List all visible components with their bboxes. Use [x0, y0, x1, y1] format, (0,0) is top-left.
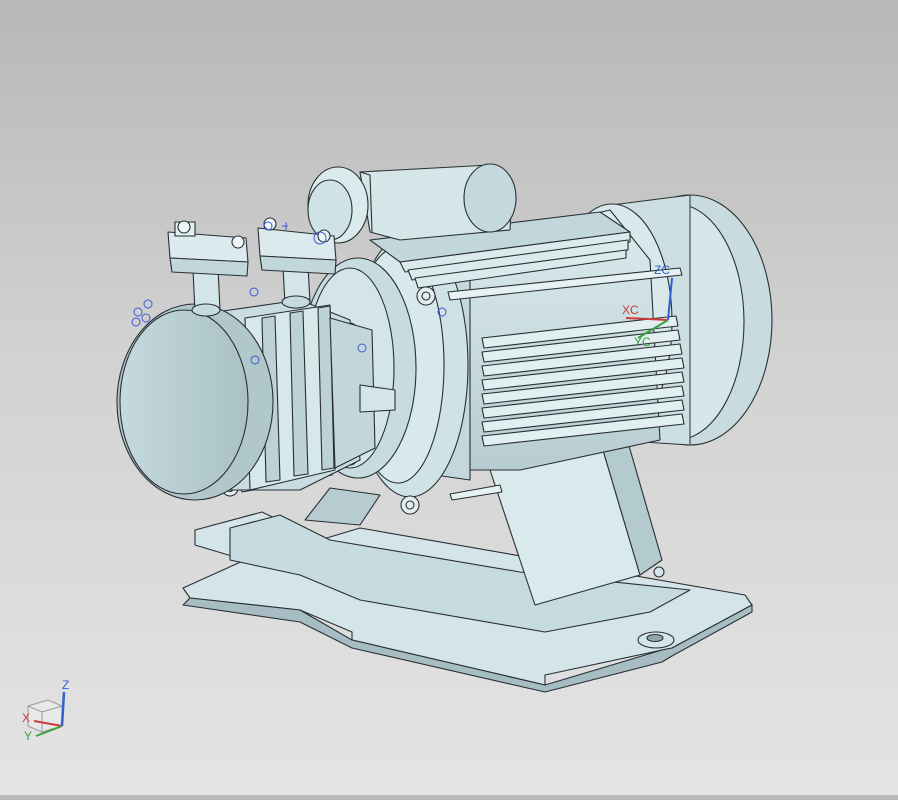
- base-plate[interactable]: [182, 511, 753, 693]
- graphics-viewport[interactable]: ZC XC YC Z X Y: [0, 0, 898, 795]
- wcs-xc-label: XC: [622, 303, 639, 317]
- terminal-box[interactable]: [307, 163, 517, 244]
- view-triad-y-label: Y: [24, 729, 32, 743]
- pump-front-cover[interactable]: [116, 303, 274, 501]
- inlet-port[interactable]: [167, 220, 249, 317]
- view-triad-z-label: Z: [62, 678, 69, 692]
- model-view[interactable]: ZC XC YC Z X Y: [0, 0, 898, 795]
- view-triad-x-label: X: [22, 711, 30, 725]
- view-triad[interactable]: Z X Y: [22, 678, 69, 743]
- wcs-yc-label: YC: [634, 335, 651, 349]
- wcs-zc-label: ZC: [654, 263, 670, 277]
